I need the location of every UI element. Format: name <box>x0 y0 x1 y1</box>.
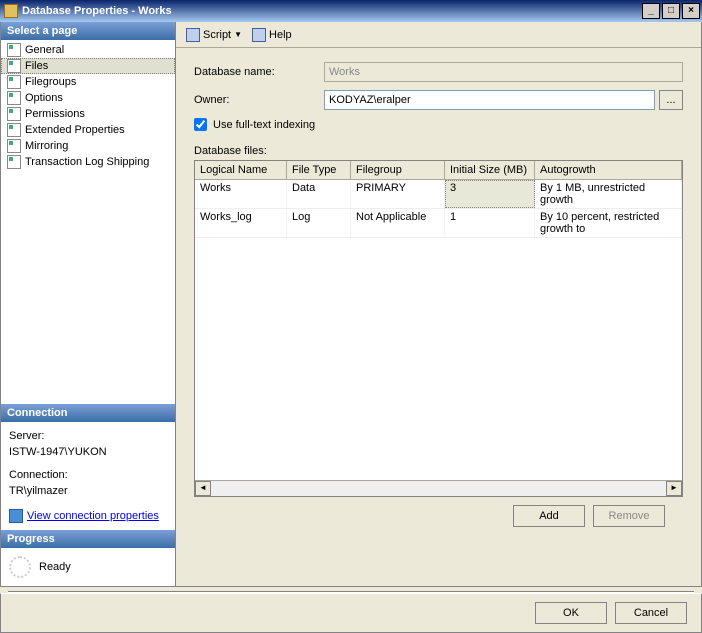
page-icon <box>7 139 21 153</box>
server-label: Server: <box>9 428 167 445</box>
table-row[interactable]: Works_log Log Not Applicable 1 By 10 per… <box>195 209 682 238</box>
script-icon <box>186 28 200 42</box>
maximize-button[interactable]: □ <box>662 3 680 19</box>
fulltext-label: Use full-text indexing <box>213 119 315 131</box>
cell-autogrowth[interactable]: By 10 percent, restricted growth to <box>535 209 682 237</box>
cancel-button[interactable]: Cancel <box>615 602 687 624</box>
sidebar-item-label: Filegroups <box>25 76 76 88</box>
cell-autogrowth[interactable]: By 1 MB, unrestricted growth <box>535 180 682 208</box>
sidebar-item-options[interactable]: Options <box>1 90 175 106</box>
help-label: Help <box>269 29 292 41</box>
progress-header: Progress <box>1 530 175 548</box>
cell-initial-size[interactable]: 1 <box>445 209 535 237</box>
database-files-grid[interactable]: Logical Name File Type Filegroup Initial… <box>194 160 683 497</box>
close-button[interactable]: × <box>682 3 700 19</box>
owner-field[interactable] <box>324 90 655 110</box>
page-icon <box>7 155 21 169</box>
table-row[interactable]: Works Data PRIMARY 3 By 1 MB, unrestrict… <box>195 180 682 209</box>
cell-logical-name[interactable]: Works <box>195 180 287 208</box>
main-panel: Script ▼ Help Database name: Owner: ... … <box>176 22 701 586</box>
scroll-track[interactable] <box>211 481 666 496</box>
select-page-header: Select a page <box>1 22 175 40</box>
dbname-label: Database name: <box>194 66 324 78</box>
help-button[interactable]: Help <box>248 26 296 44</box>
sidebar-item-extended-properties[interactable]: Extended Properties <box>1 122 175 138</box>
sidebar-item-mirroring[interactable]: Mirroring <box>1 138 175 154</box>
sidebar-item-filegroups[interactable]: Filegroups <box>1 74 175 90</box>
sidebar-item-label: Mirroring <box>25 140 68 152</box>
dialog-footer: OK Cancel <box>0 593 702 633</box>
cell-filegroup[interactable]: PRIMARY <box>351 180 445 208</box>
page-icon <box>7 91 21 105</box>
ok-button[interactable]: OK <box>535 602 607 624</box>
sidebar-item-permissions[interactable]: Permissions <box>1 106 175 122</box>
sidebar-item-tlog-shipping[interactable]: Transaction Log Shipping <box>1 154 175 170</box>
title-bar: Database Properties - Works _ □ × <box>0 0 702 22</box>
view-connection-label: View connection properties <box>27 508 159 525</box>
col-logical-name[interactable]: Logical Name <box>195 161 287 179</box>
page-icon <box>7 43 21 57</box>
sidebar-item-label: Transaction Log Shipping <box>25 156 149 168</box>
sidebar-item-general[interactable]: General <box>1 42 175 58</box>
progress-status: Ready <box>39 561 71 573</box>
sidebar-item-label: Options <box>25 92 63 104</box>
owner-label: Owner: <box>194 94 324 106</box>
page-list: General Files Filegroups Options Permiss… <box>1 40 175 172</box>
connection-header: Connection <box>1 404 175 422</box>
app-icon <box>4 4 18 18</box>
scroll-left-icon[interactable]: ◄ <box>195 481 211 496</box>
sidebar-item-label: General <box>25 44 64 56</box>
scroll-right-icon[interactable]: ► <box>666 481 682 496</box>
help-icon <box>252 28 266 42</box>
sidebar-item-label: Files <box>25 60 48 72</box>
minimize-button[interactable]: _ <box>642 3 660 19</box>
toolbar: Script ▼ Help <box>176 22 701 48</box>
page-icon <box>7 59 21 73</box>
remove-button: Remove <box>593 505 665 527</box>
sidebar: Select a page General Files Filegroups O… <box>1 22 176 586</box>
connection-label: Connection: <box>9 467 167 484</box>
col-initial-size[interactable]: Initial Size (MB) <box>445 161 535 179</box>
col-file-type[interactable]: File Type <box>287 161 351 179</box>
sidebar-item-files[interactable]: Files <box>1 58 175 74</box>
server-value: ISTW-1947\YUKON <box>9 444 167 461</box>
fulltext-checkbox[interactable]: Use full-text indexing <box>194 118 683 131</box>
dropdown-icon: ▼ <box>234 30 242 39</box>
database-files-label: Database files: <box>194 145 683 157</box>
col-filegroup[interactable]: Filegroup <box>351 161 445 179</box>
script-label: Script <box>203 29 231 41</box>
sidebar-item-label: Permissions <box>25 108 85 120</box>
cell-file-type[interactable]: Data <box>287 180 351 208</box>
cell-filegroup[interactable]: Not Applicable <box>351 209 445 237</box>
connection-icon <box>9 509 23 523</box>
connection-value: TR\yilmazer <box>9 483 167 500</box>
owner-browse-button[interactable]: ... <box>659 90 683 110</box>
cell-file-type[interactable]: Log <box>287 209 351 237</box>
page-icon <box>7 123 21 137</box>
fulltext-check-input[interactable] <box>194 118 207 131</box>
col-autogrowth[interactable]: Autogrowth <box>535 161 682 179</box>
add-button[interactable]: Add <box>513 505 585 527</box>
view-connection-properties-link[interactable]: View connection properties <box>9 508 167 525</box>
grid-header: Logical Name File Type Filegroup Initial… <box>195 161 682 180</box>
cell-logical-name[interactable]: Works_log <box>195 209 287 237</box>
window-title: Database Properties - Works <box>22 5 172 17</box>
page-icon <box>7 107 21 121</box>
grid-hscrollbar[interactable]: ◄ ► <box>195 480 682 496</box>
page-icon <box>7 75 21 89</box>
cell-initial-size[interactable]: 3 <box>445 180 535 208</box>
script-button[interactable]: Script ▼ <box>182 26 246 44</box>
sidebar-item-label: Extended Properties <box>25 124 125 136</box>
progress-spinner-icon <box>9 556 31 578</box>
dbname-field <box>324 62 683 82</box>
